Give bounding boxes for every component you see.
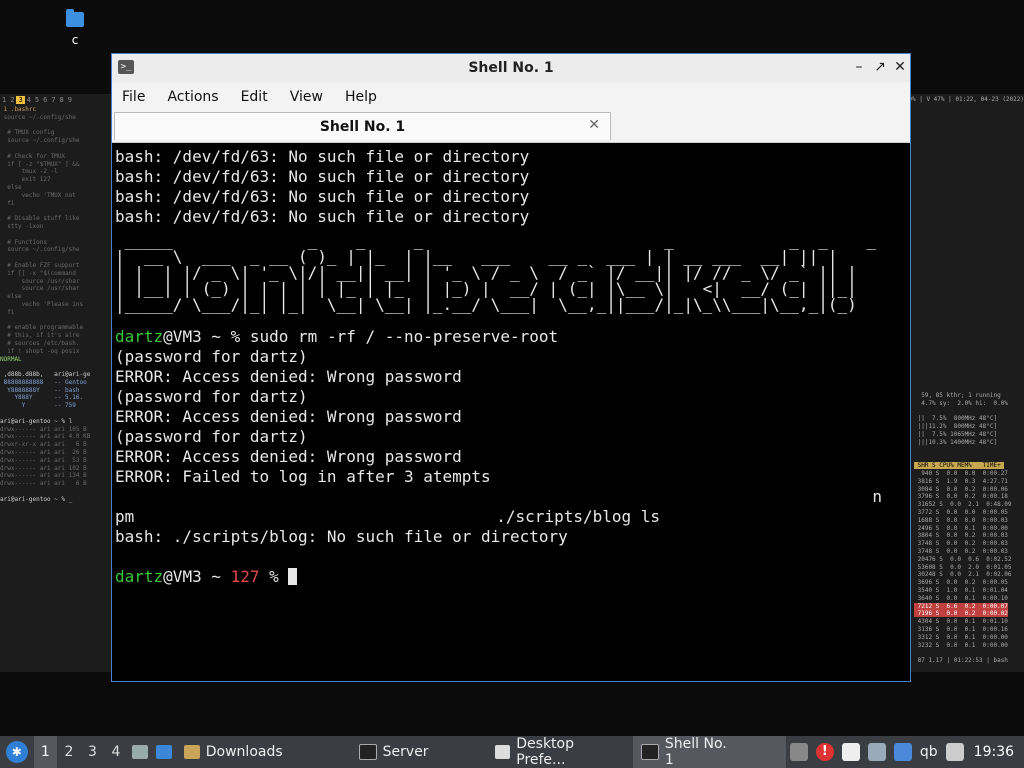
terminal-icon [358, 744, 377, 760]
workspace-1[interactable]: 1 [33, 736, 58, 768]
exit-code: 127 [230, 567, 260, 586]
terminal-line: (password for dartz) [115, 387, 308, 406]
network-icon[interactable] [867, 743, 886, 761]
tmux-tab[interactable]: 7 [49, 96, 57, 104]
menu-view[interactable]: View [290, 89, 323, 105]
terminal-line: bash: /dev/fd/63: No such file or direct… [115, 147, 530, 166]
workspace-4[interactable]: 4 [104, 744, 128, 760]
folder-icon [183, 745, 200, 759]
terminal-line: ERROR: Access denied: Wrong password [115, 447, 462, 466]
tmux-tab[interactable]: 8 [58, 96, 66, 104]
menu-file[interactable]: File [122, 89, 145, 105]
scripts-blog-text: ./scripts/blog ls [496, 507, 661, 526]
tab-shell-1[interactable]: Shell No. 1 ✕ [114, 112, 611, 140]
ascii-art-banner: _____ _ _ _ _ _ _ _ | __ \ ___ _ __ ( )_… [115, 231, 876, 314]
tmux-tab[interactable]: 5 [33, 96, 41, 104]
current-prompt[interactable]: dartz@VM3 ~ 127 % [115, 567, 907, 587]
quicklaunch-files[interactable] [128, 736, 152, 768]
start-menu-icon[interactable]: ✱ [6, 741, 28, 763]
alert-icon[interactable]: ! [815, 743, 834, 761]
pm-text: pm [115, 507, 135, 526]
window-title: Shell No. 1 [468, 60, 554, 76]
terminal-line: bash: ./scripts/blog: No such file or di… [115, 527, 568, 546]
close-icon[interactable]: ✕ [892, 59, 908, 75]
terminal-line: (password for dartz) [115, 347, 308, 366]
terminal-line-n: n [115, 487, 907, 507]
text-cursor [288, 568, 298, 585]
workspace-2[interactable]: 2 [57, 744, 81, 760]
quicklaunch-desktop[interactable] [152, 736, 176, 768]
task-downloads[interactable]: Downloads [176, 736, 291, 768]
show-desktop-icon [155, 745, 172, 759]
task-label: Shell No. 1 [664, 736, 727, 768]
notes-icon [131, 745, 148, 759]
tmux-tab[interactable]: 4 [25, 96, 33, 104]
task-label: Server [382, 744, 429, 760]
tmux-tab[interactable]: 1 [0, 96, 8, 104]
task-label: Downloads [205, 744, 283, 760]
qbittorrent-icon[interactable]: qb [920, 744, 938, 760]
prompt-host: @VM3 ~ % [163, 327, 250, 346]
shell-window[interactable]: >_ Shell No. 1 – ↗ ✕ File Actions Edit V… [111, 53, 911, 682]
maximize-icon[interactable]: ↗ [872, 59, 888, 75]
tab-bar: Shell No. 1 ✕ [112, 112, 910, 143]
tab-close-icon[interactable]: ✕ [588, 117, 600, 133]
tab-label: Shell No. 1 [319, 119, 406, 135]
menu-bar: File Actions Edit View Help [112, 82, 910, 112]
updates-icon[interactable] [893, 743, 912, 761]
background-editor-pane: 1 .bashrc source ~/.config/she # TMUX co… [0, 106, 91, 503]
taskbar: ✱ 1 2 3 4 Downloads Server Desktop Prefe… [0, 736, 1024, 768]
desktop-icon-label: c [71, 33, 79, 47]
clock[interactable]: 19:36 [974, 744, 1014, 760]
terminal-output[interactable]: bash: /dev/fd/63: No such file or direct… [112, 143, 910, 681]
desktop-folder-c[interactable]: c [58, 9, 92, 47]
task-label: Desktop Prefe... [516, 736, 574, 768]
system-tray: ! qb 19:36 [786, 743, 1024, 761]
terminal-line: ERROR: Failed to log in after 3 atempts [115, 467, 491, 486]
minimize-icon[interactable]: – [851, 59, 867, 75]
window-titlebar[interactable]: >_ Shell No. 1 – ↗ ✕ [112, 54, 910, 82]
command-text: sudo rm -rf / --no-preserve-root [249, 327, 559, 346]
background-htop-pane: 59, 85 kthr; 1 running 4.7% sy: 2.0% hi:… [914, 392, 1012, 665]
volume-icon[interactable] [945, 743, 964, 761]
tmux-tab[interactable]: 9 [66, 96, 74, 104]
command-line: dartz@VM3 ~ % sudo rm -rf / --no-preserv… [115, 327, 907, 347]
terminal-line: bash: /dev/fd/63: No such file or direct… [115, 167, 530, 186]
stray-character: n [872, 487, 882, 506]
menu-help[interactable]: Help [345, 89, 377, 105]
prompt-host: @VM3 ~ [163, 567, 231, 586]
terminal-line-pm: pm ./scripts/blog ls [115, 507, 907, 527]
prompt-user: dartz [115, 327, 164, 346]
prompt-suffix: % [259, 567, 289, 586]
task-desktop-preferences[interactable]: Desktop Prefe... [487, 736, 634, 768]
notes-tray-icon[interactable] [841, 743, 860, 761]
tmux-status-right: 90% | V 47% | 01:22, 04-23 (2022) [904, 96, 1024, 103]
terminal-icon [641, 744, 659, 760]
task-server[interactable]: Server [351, 736, 437, 768]
prompt-user: dartz [115, 567, 164, 586]
terminal-line: ERROR: Access denied: Wrong password [115, 407, 462, 426]
folder-icon [66, 9, 84, 27]
terminal-line: ERROR: Access denied: Wrong password [115, 367, 462, 386]
window-icon [494, 745, 511, 759]
terminal-line: (password for dartz) [115, 427, 308, 446]
task-shell-no-1[interactable]: Shell No. 1 [633, 736, 786, 768]
tmux-tab-bar: 123456789 [0, 96, 74, 105]
tmux-tab-active[interactable]: 3 [16, 96, 25, 104]
menu-edit[interactable]: Edit [241, 89, 268, 105]
clipboard-icon[interactable] [789, 743, 808, 761]
terminal-line: bash: /dev/fd/63: No such file or direct… [115, 187, 530, 206]
menu-actions[interactable]: Actions [167, 89, 218, 105]
terminal-line: bash: /dev/fd/63: No such file or direct… [115, 207, 530, 226]
workspace-3[interactable]: 3 [81, 744, 105, 760]
